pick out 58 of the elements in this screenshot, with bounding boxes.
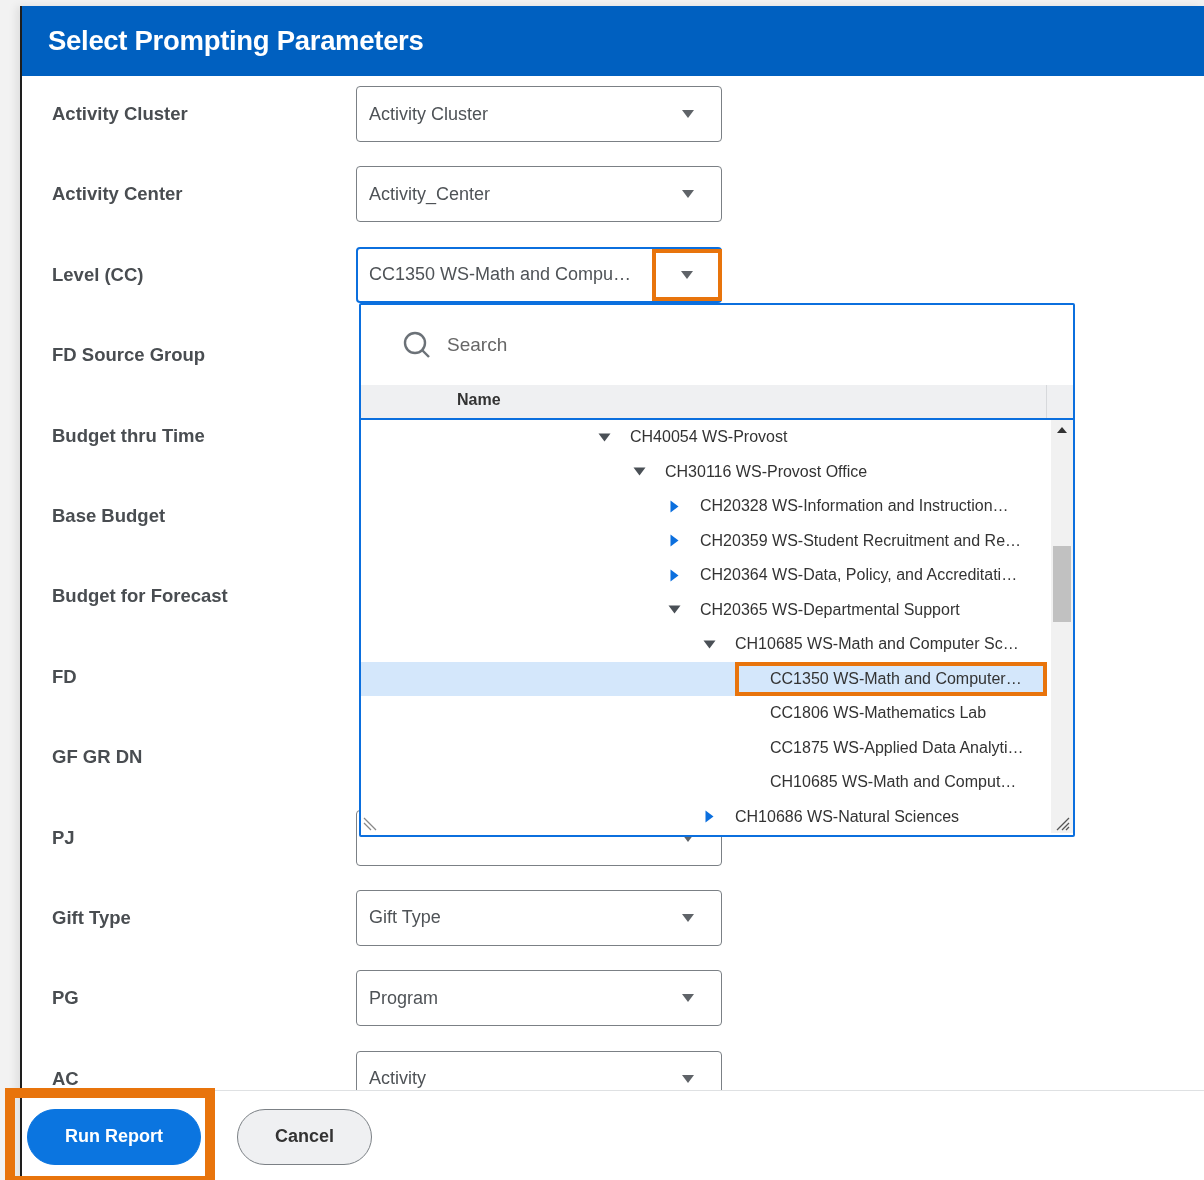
cancel-button[interactable]: Cancel <box>237 1108 372 1165</box>
tree-row[interactable]: CC1806 WS-Mathematics Lab <box>361 696 1047 731</box>
caret-icon <box>681 1073 695 1084</box>
collapsed-icon[interactable] <box>669 534 679 548</box>
dropdown-menu[interactable] <box>359 303 1075 837</box>
dropdown-field[interactable]: Activity Cluster <box>356 86 722 142</box>
dropdown-field[interactable]: Activity <box>356 1050 722 1090</box>
caret-icon <box>681 912 695 923</box>
tree-row[interactable]: CC1875 WS-Applied Data Analyti… <box>361 730 1047 765</box>
column-header: Name <box>361 385 1047 418</box>
dropdown-field[interactable]: Program <box>356 970 722 1027</box>
caret-icon <box>681 993 695 1004</box>
caret-icon <box>680 269 694 280</box>
field-label: Gift Type <box>52 905 132 930</box>
field-label: Activity Center <box>52 182 184 207</box>
tree-row[interactable]: CH40054 WS-Provost <box>361 420 1047 455</box>
tree-row[interactable]: CH20359 WS-Student Recruitment and Re… <box>361 523 1047 558</box>
collapsed-icon[interactable] <box>704 810 714 824</box>
resize-handle-icon[interactable] <box>1054 815 1070 831</box>
field-label: Level (CC) <box>52 262 145 287</box>
caret-icon <box>681 189 695 200</box>
field-label: Budget for Forecast <box>52 584 229 609</box>
scrollbar[interactable] <box>1051 420 1073 833</box>
expanded-icon[interactable] <box>597 432 611 442</box>
scroll-up-icon[interactable] <box>1056 426 1068 434</box>
field-label: PJ <box>52 825 76 850</box>
field-label: Budget thru Time <box>52 423 206 448</box>
field-label: Base Budget <box>52 503 167 528</box>
dialog-title: Select Prompting Parameters <box>48 25 424 57</box>
tree-row[interactable]: CH10686 WS-Natural Sciences <box>361 799 1047 833</box>
tree-row[interactable]: CH20365 WS-Departmental Support <box>361 592 1047 627</box>
caret-icon <box>681 109 695 119</box>
dropdown-field[interactable]: Activity_Center <box>356 166 722 223</box>
scroll-thumb[interactable] <box>1053 546 1071 622</box>
search-icon <box>403 331 431 359</box>
tree-row[interactable]: CH20328 WS-Information and Instruction… <box>361 489 1047 524</box>
expanded-icon[interactable] <box>702 639 716 649</box>
resize-handle-icon[interactable] <box>363 815 379 831</box>
dropdown-field[interactable]: Gift Type <box>356 889 722 946</box>
tree-row[interactable]: CH30116 WS-Provost Office <box>361 454 1047 489</box>
run-button[interactable]: Run Report <box>27 1108 201 1165</box>
dropdown-field[interactable]: CC1350 WS-Math and Compu… <box>356 246 722 303</box>
tree-row[interactable]: CH20364 WS-Data, Policy, and Accreditati… <box>361 558 1047 593</box>
tree-row[interactable]: CC1350 WS-Math and Computer… <box>361 661 1047 696</box>
expanded-icon[interactable] <box>632 467 646 477</box>
collapsed-icon[interactable] <box>669 568 679 582</box>
field-label: PG <box>52 986 80 1011</box>
search-field[interactable]: Search <box>445 333 849 357</box>
field-label: Activity Cluster <box>52 102 189 126</box>
collapsed-icon[interactable] <box>669 499 679 513</box>
tree-row[interactable]: CH10685 WS-Math and Computer Sc… <box>361 627 1047 662</box>
field-label: AC <box>52 1066 80 1090</box>
tree-row[interactable]: CH10685 WS-Math and Comput… <box>361 765 1047 800</box>
dropdown-button[interactable] <box>652 248 722 301</box>
field-label: FD <box>52 664 78 689</box>
field-label: FD Source Group <box>52 343 207 368</box>
field-label: GF GR DN <box>52 745 144 770</box>
expanded-icon[interactable] <box>667 605 681 615</box>
